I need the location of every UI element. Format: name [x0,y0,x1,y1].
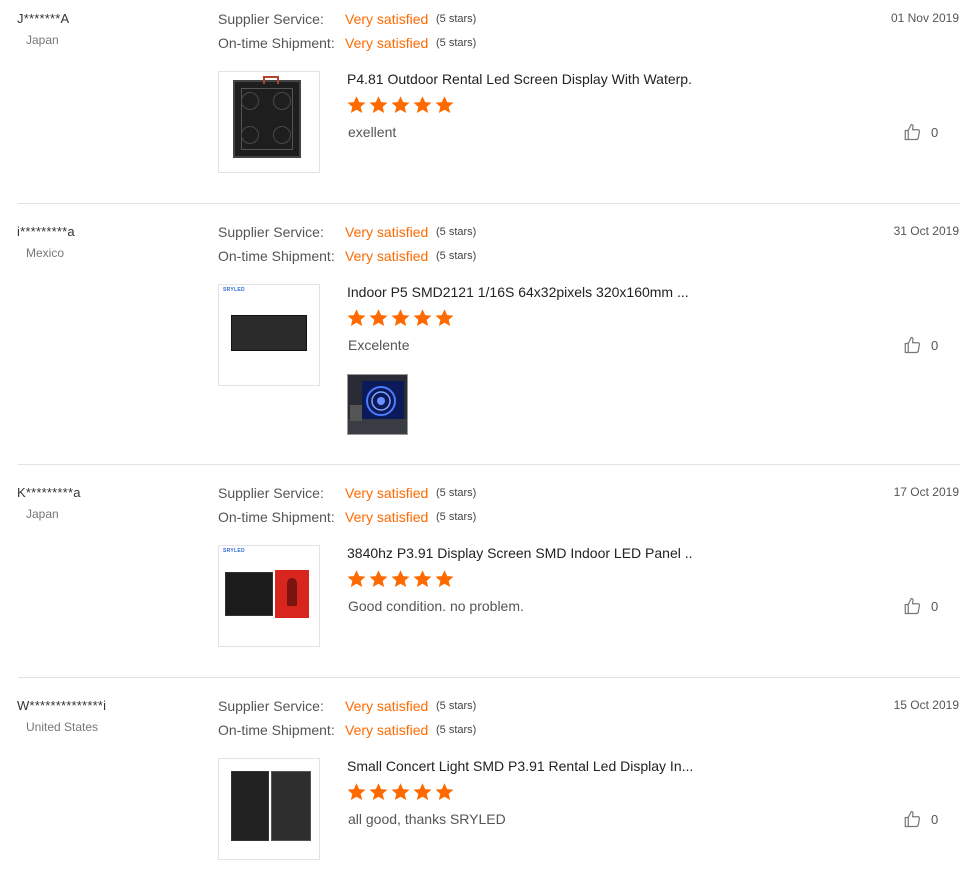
product-title-link[interactable]: 3840hz P3.91 Display Screen SMD Indoor L… [347,545,692,561]
product-star-rating [346,308,455,328]
like-count: 0 [931,598,939,614]
rating-value: Very satisfied [345,224,429,240]
like-count: 0 [931,811,939,827]
buyer-country: Japan [26,33,59,47]
product-title-link[interactable]: P4.81 Outdoor Rental Led Screen Display … [347,71,692,87]
figure-silhouette [287,578,297,606]
rating-label: Supplier Service: [218,224,324,240]
buyer-country: Mexico [26,246,65,260]
led-panel-back-image [271,771,311,841]
rating-value: Very satisfied [345,485,429,501]
rating-label: Supplier Service: [218,698,324,714]
star-icon [347,96,366,113]
star-icon [369,309,388,326]
product-star-rating [346,782,455,802]
rating-label: On-time Shipment: [218,509,335,525]
star-icon [347,309,366,326]
star-icon [391,96,410,113]
product-thumbnail[interactable]: SRYLED [218,284,320,386]
review-date: 17 Oct 2019 [893,485,959,499]
star-icon [369,783,388,800]
review-comment: Good condition. no problem. [348,598,524,614]
rating-label: Supplier Service: [218,485,324,501]
thumbs-up-icon [904,597,921,615]
like-count: 0 [931,337,939,353]
star-icon [369,570,388,587]
star-icon [435,783,454,800]
like-button[interactable]: 0 [903,123,938,141]
rating-stars-text: (5 stars) [436,13,477,25]
buyer-name: K*********a [17,485,81,500]
product-star-rating [346,95,455,115]
rating-value: Very satisfied [345,509,429,525]
buyer-name: i*********a [17,224,75,239]
star-icon [413,570,432,587]
review-date: 15 Oct 2019 [893,698,959,712]
review-divider [18,677,960,678]
like-button[interactable]: 0 [903,810,938,828]
star-icon [347,570,366,587]
review-comment: Excelente [348,337,410,353]
star-icon [413,783,432,800]
review-date: 31 Oct 2019 [893,224,959,238]
rating-stars-text: (5 stars) [436,250,477,262]
buyer-name: J*******A [17,11,70,26]
star-icon [391,309,410,326]
rating-stars-text: (5 stars) [436,487,477,499]
rating-stars-text: (5 stars) [436,226,477,238]
star-icon [369,96,388,113]
like-button[interactable]: 0 [903,336,938,354]
review-divider [18,464,960,465]
rating-stars-text: (5 stars) [436,37,477,49]
led-cabinet-image [225,572,273,616]
product-title-link[interactable]: Indoor P5 SMD2121 1/16S 64x32pixels 320x… [347,284,689,300]
star-icon [413,96,432,113]
review-photo-attachment[interactable] [347,374,408,435]
rating-value: Very satisfied [345,248,429,264]
rating-label: Supplier Service: [218,11,324,27]
star-icon [435,570,454,587]
rating-value: Very satisfied [345,698,429,714]
buyer-country: United States [26,720,99,734]
brand-logo: SRYLED [223,548,245,554]
rating-label: On-time Shipment: [218,35,335,51]
product-star-rating [346,569,455,589]
review-comment: all good, thanks SRYLED [348,811,506,827]
buyer-country: Japan [26,507,59,521]
buyer-name: W**************i [17,698,107,713]
star-icon [347,783,366,800]
star-icon [435,96,454,113]
product-thumbnail[interactable] [218,758,320,860]
review-comment: exellent [348,124,397,140]
led-panel-image [231,315,307,351]
led-panel-front-image [231,771,269,841]
rating-value: Very satisfied [345,35,429,51]
thumbs-up-icon [904,810,921,828]
rating-label: On-time Shipment: [218,722,335,738]
review-date: 01 Nov 2019 [890,11,959,25]
star-icon [391,783,410,800]
rating-value: Very satisfied [345,722,429,738]
like-button[interactable]: 0 [903,597,938,615]
rating-label: On-time Shipment: [218,248,335,264]
star-icon [435,309,454,326]
brand-logo: SRYLED [223,287,245,293]
star-icon [413,309,432,326]
star-icon [391,570,410,587]
product-thumbnail[interactable]: SRYLED [218,545,320,647]
rating-stars-text: (5 stars) [436,511,477,523]
led-cabinet-image [233,76,301,158]
rating-value: Very satisfied [345,11,429,27]
product-title-link[interactable]: Small Concert Light SMD P3.91 Rental Led… [347,758,692,774]
thumbs-up-icon [904,123,921,141]
thumbs-up-icon [904,336,921,354]
product-thumbnail[interactable] [218,71,320,173]
review-divider [18,203,960,204]
led-screen-photo [348,375,407,434]
rating-stars-text: (5 stars) [436,700,477,712]
like-count: 0 [931,124,939,140]
rating-stars-text: (5 stars) [436,724,477,736]
